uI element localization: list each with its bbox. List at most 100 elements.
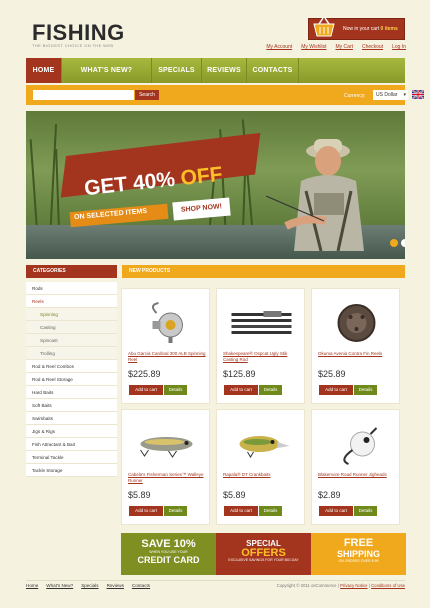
nav-specials[interactable]: SPECIALS bbox=[152, 58, 202, 83]
footer: Home What's New? Specials Reviews Contac… bbox=[26, 580, 405, 590]
footer-home-link[interactable]: Home bbox=[26, 583, 38, 588]
copyright-text: Copyright © 2011 osCommerce | bbox=[276, 583, 339, 588]
product-card[interactable]: Blakemore Road Runner Jigheads $2.89 Add t… bbox=[311, 409, 400, 525]
slider-dot-2[interactable] bbox=[401, 239, 405, 247]
promo-free-top: FREE bbox=[343, 537, 374, 549]
sidebar-item-rod-reel-storage[interactable]: Rod & Reel Storage bbox=[26, 373, 117, 386]
search-input[interactable] bbox=[33, 90, 134, 100]
sidebar-item-swimbaits[interactable]: Swimbaits bbox=[26, 412, 117, 425]
product-name[interactable]: Cabela's Fisherman Series™ Walleye Runne… bbox=[128, 472, 206, 485]
copyright: Copyright © 2011 osCommerce | Privacy No… bbox=[277, 583, 405, 588]
footer-specials-link[interactable]: Specials bbox=[81, 583, 98, 588]
product-price: $125.89 bbox=[223, 369, 256, 379]
currency-select[interactable]: US Dollar ▾ bbox=[373, 90, 408, 100]
my-wishlist-link[interactable]: My Wishlist bbox=[301, 44, 326, 50]
product-price: $5.89 bbox=[128, 490, 151, 500]
main-nav: HOME WHAT'S NEW? SPECIALS REVIEWS CONTAC… bbox=[26, 58, 405, 83]
promo-free-small: ON ORDERS OVER $ 99 bbox=[338, 559, 379, 563]
nav-home[interactable]: HOME bbox=[26, 58, 62, 83]
search-button[interactable]: Search bbox=[135, 90, 159, 100]
promo-free-shipping[interactable]: FREE SHIPPING ON ORDERS OVER $ 99 bbox=[311, 533, 406, 575]
nav-reviews[interactable]: REVIEWS bbox=[202, 58, 247, 83]
product-card[interactable]: Cabela's Fisherman Series™ Walleye Runne… bbox=[121, 409, 210, 525]
promo-credit-top: SAVE 10% bbox=[141, 538, 196, 550]
add-to-cart-button[interactable]: Add to cart bbox=[319, 385, 353, 395]
sidebar-item-spincast[interactable]: Spincast bbox=[26, 334, 117, 347]
sidebar-item-fish-attractant-bait[interactable]: Fish Attractant & Bait bbox=[26, 438, 117, 451]
promo-free-mid: SHIPPING bbox=[336, 549, 380, 559]
currency-value: US Dollar bbox=[376, 92, 398, 98]
hero-banner[interactable]: GET 40% OFF ON SELECTED ITEMS SHOP NOW! bbox=[26, 111, 405, 259]
product-price: $5.89 bbox=[223, 490, 246, 500]
promo-special-small: EXCLUSIVE SAVINGS FOR YOUR BIG DAY bbox=[228, 558, 299, 562]
product-card[interactable]: Abu Garcia Cardinal 300 ALB Spinning Ree… bbox=[121, 288, 210, 404]
details-button[interactable]: Details bbox=[259, 506, 282, 516]
add-to-cart-button[interactable]: Add to cart bbox=[224, 385, 258, 395]
details-button[interactable]: Details bbox=[259, 385, 282, 395]
promo-credit-card[interactable]: SAVE 10% WHEN YOU USE YOUR CREDIT CARD bbox=[121, 533, 216, 575]
promo-special-offers[interactable]: SPECIAL OFFERS EXCLUSIVE SAVINGS FOR YOU… bbox=[216, 533, 311, 575]
sidebar-item-jigs-rigs[interactable]: Jigs & Rigs bbox=[26, 425, 117, 438]
my-cart-link[interactable]: My Cart bbox=[335, 44, 353, 50]
product-name[interactable]: Blakemore Road Runner Jigheads bbox=[318, 472, 396, 485]
footer-reviews-link[interactable]: Reviews bbox=[107, 583, 124, 588]
lure-icon[interactable] bbox=[128, 420, 205, 466]
product-name[interactable]: Rapala® DT Crankbaits bbox=[223, 472, 301, 485]
footer-links: Home What's New? Specials Reviews Contac… bbox=[26, 583, 150, 588]
footer-contacts-link[interactable]: Contacts bbox=[132, 583, 150, 588]
add-to-cart-button[interactable]: Add to cart bbox=[129, 385, 163, 395]
sidebar-item-soft-baits[interactable]: Soft Baits bbox=[26, 399, 117, 412]
my-account-link[interactable]: My Account bbox=[266, 44, 292, 50]
product-name[interactable]: Okuma Avenia Contra Fin Reels bbox=[318, 351, 396, 364]
sidebar-item-terminal-tackle[interactable]: Terminal Tackle bbox=[26, 451, 117, 464]
shopping-basket-icon bbox=[313, 17, 335, 37]
privacy-link[interactable]: Privacy Notice bbox=[340, 583, 367, 588]
fly-reel-icon[interactable] bbox=[318, 299, 395, 345]
cart-text: Now in your cart 0 items bbox=[343, 26, 398, 32]
jighead-icon[interactable] bbox=[318, 420, 395, 466]
spinning-reel-icon[interactable] bbox=[128, 299, 205, 345]
sidebar-item-spinning[interactable]: Spinning bbox=[26, 308, 117, 321]
conditions-link[interactable]: Conditions of Use bbox=[371, 583, 405, 588]
categories-list: Rods Reels Spinning Casting Spincast Trolling… bbox=[26, 282, 117, 477]
categories-heading: CATEGORIES bbox=[26, 265, 117, 278]
product-name[interactable]: Shakespeare® Ospcat Ugly Stik Casting Ro… bbox=[223, 351, 301, 364]
checkout-link[interactable]: Checkout bbox=[362, 44, 383, 50]
add-to-cart-button[interactable]: Add to cart bbox=[319, 506, 353, 516]
details-button[interactable]: Details bbox=[354, 506, 377, 516]
product-card[interactable]: Okuma Avenia Contra Fin Reels $25.89 Add t… bbox=[311, 288, 400, 404]
details-button[interactable]: Details bbox=[164, 385, 187, 395]
slider-dot-1[interactable] bbox=[390, 239, 398, 247]
product-price: $25.89 bbox=[318, 369, 346, 379]
product-card[interactable]: Shakespeare® Ospcat Ugly Stik Casting Ro… bbox=[216, 288, 305, 404]
details-button[interactable]: Details bbox=[164, 506, 187, 516]
nav-whats-new[interactable]: WHAT'S NEW? bbox=[62, 58, 152, 83]
sidebar-item-tackle-storage[interactable]: Tackle Storage bbox=[26, 464, 117, 477]
sidebar-item-rod-reel-combos[interactable]: Rod & Reel Combos bbox=[26, 360, 117, 373]
product-name[interactable]: Abu Garcia Cardinal 300 ALB Spinning Ree… bbox=[128, 351, 206, 364]
fishing-rod-icon[interactable] bbox=[223, 299, 300, 345]
promo-get: GET bbox=[83, 172, 135, 201]
cart-prefix: Now in your cart bbox=[343, 26, 380, 32]
promo-credit-bottom: CREDIT CARD bbox=[137, 555, 200, 565]
shop-now-button[interactable]: SHOP NOW! bbox=[172, 197, 231, 221]
add-to-cart-button[interactable]: Add to cart bbox=[129, 506, 163, 516]
footer-whats-new-link[interactable]: What's New? bbox=[46, 583, 73, 588]
uk-flag-icon[interactable] bbox=[412, 90, 424, 99]
add-to-cart-button[interactable]: Add to cart bbox=[224, 506, 258, 516]
nav-contacts[interactable]: CONTACTS bbox=[247, 58, 299, 83]
angler-illustration bbox=[266, 139, 364, 252]
tagline: The biggest choice on the web bbox=[32, 43, 114, 48]
sidebar-item-trolling[interactable]: Trolling bbox=[26, 347, 117, 360]
product-card[interactable]: Rapala® DT Crankbaits $5.89 Add to cart Det… bbox=[216, 409, 305, 525]
sidebar-item-hard-baits[interactable]: Hard Baits bbox=[26, 386, 117, 399]
details-button[interactable]: Details bbox=[354, 385, 377, 395]
sidebar-item-reels[interactable]: Reels bbox=[26, 295, 117, 308]
page: FISHING The biggest choice on the web No… bbox=[0, 0, 430, 608]
sidebar-item-rods[interactable]: Rods bbox=[26, 282, 117, 295]
login-link[interactable]: Log In bbox=[392, 44, 406, 50]
sidebar-item-casting[interactable]: Casting bbox=[26, 321, 117, 334]
cart-summary[interactable]: Now in your cart 0 items bbox=[308, 17, 405, 40]
crankbait-icon[interactable] bbox=[223, 420, 300, 466]
promo-percent: 40% bbox=[131, 167, 182, 196]
